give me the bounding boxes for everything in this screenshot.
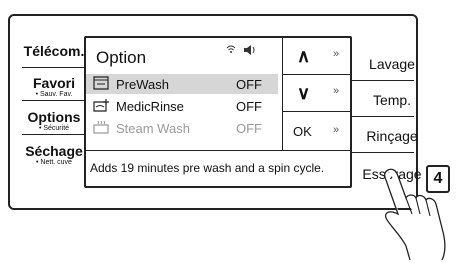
option-value: OFF	[236, 121, 262, 136]
telecom-label: Télécom.	[23, 43, 85, 59]
option-value: OFF	[236, 77, 262, 92]
options-sub-label: • Sécurité	[38, 125, 70, 132]
steamwash-icon	[93, 120, 109, 134]
sechage-label: Séchage	[25, 143, 83, 159]
options-button[interactable]: Options • Sécurité	[22, 110, 86, 132]
favori-label: Favori	[32, 75, 75, 91]
description-text: Adds 19 minutes pre wash and a spin cycl…	[90, 161, 325, 175]
right-divider	[352, 152, 414, 153]
rincage-button[interactable]: Rinçage	[356, 128, 428, 144]
option-name: MedicRinse	[116, 99, 184, 114]
more-icon: »	[333, 124, 340, 136]
sechage-button[interactable]: Séchage • Nett. cuve	[22, 144, 86, 166]
prewash-icon	[93, 76, 109, 90]
left-divider	[22, 67, 86, 68]
description-bar: Adds 19 minutes pre wash and a spin cycl…	[86, 150, 350, 186]
status-icons	[226, 44, 257, 59]
up-button[interactable]: ∧ »	[283, 38, 350, 75]
speaker-icon	[243, 45, 255, 55]
lavage-button[interactable]: Lavage	[356, 56, 428, 72]
display-screen: Option PreWash OFF MedicRinse OFF Steam …	[84, 36, 352, 188]
ok-button[interactable]: OK »	[283, 112, 350, 150]
option-row-medicrinse[interactable]: MedicRinse OFF	[86, 96, 278, 116]
chevron-down-icon: ∨	[297, 83, 311, 103]
favori-button[interactable]: Favori • Sauv. Fav.	[22, 76, 86, 98]
right-divider	[352, 116, 414, 117]
option-name: PreWash	[116, 77, 169, 92]
more-icon: »	[333, 85, 340, 97]
temp-label: Temp.	[372, 92, 412, 108]
nav-column: ∧ » ∨ » OK »	[282, 38, 350, 150]
lavage-label: Lavage	[369, 56, 415, 72]
left-divider	[22, 134, 86, 135]
rincage-label: Rinçage	[366, 128, 418, 144]
options-label: Options	[27, 109, 81, 125]
chevron-up-icon: ∧	[297, 46, 311, 66]
pointing-hand-icon	[384, 168, 446, 261]
favori-sub-label: • Sauv. Fav.	[35, 91, 73, 98]
screen-title: Option	[96, 48, 147, 67]
sechage-sub-label: • Nett. cuve	[36, 159, 72, 166]
ok-label: OK	[293, 124, 312, 139]
temp-button[interactable]: Temp.	[356, 92, 428, 108]
more-icon: »	[333, 48, 340, 60]
option-name: Steam Wash	[116, 121, 190, 136]
down-button[interactable]: ∨ »	[283, 75, 350, 112]
option-row-steamwash: Steam Wash OFF	[86, 118, 278, 138]
medicrinse-icon	[93, 99, 109, 112]
right-divider	[352, 80, 414, 81]
telecom-button[interactable]: Télécom.	[22, 44, 86, 58]
option-value: OFF	[236, 99, 262, 114]
left-divider	[22, 100, 86, 101]
option-row-prewash[interactable]: PreWash OFF	[86, 74, 278, 94]
